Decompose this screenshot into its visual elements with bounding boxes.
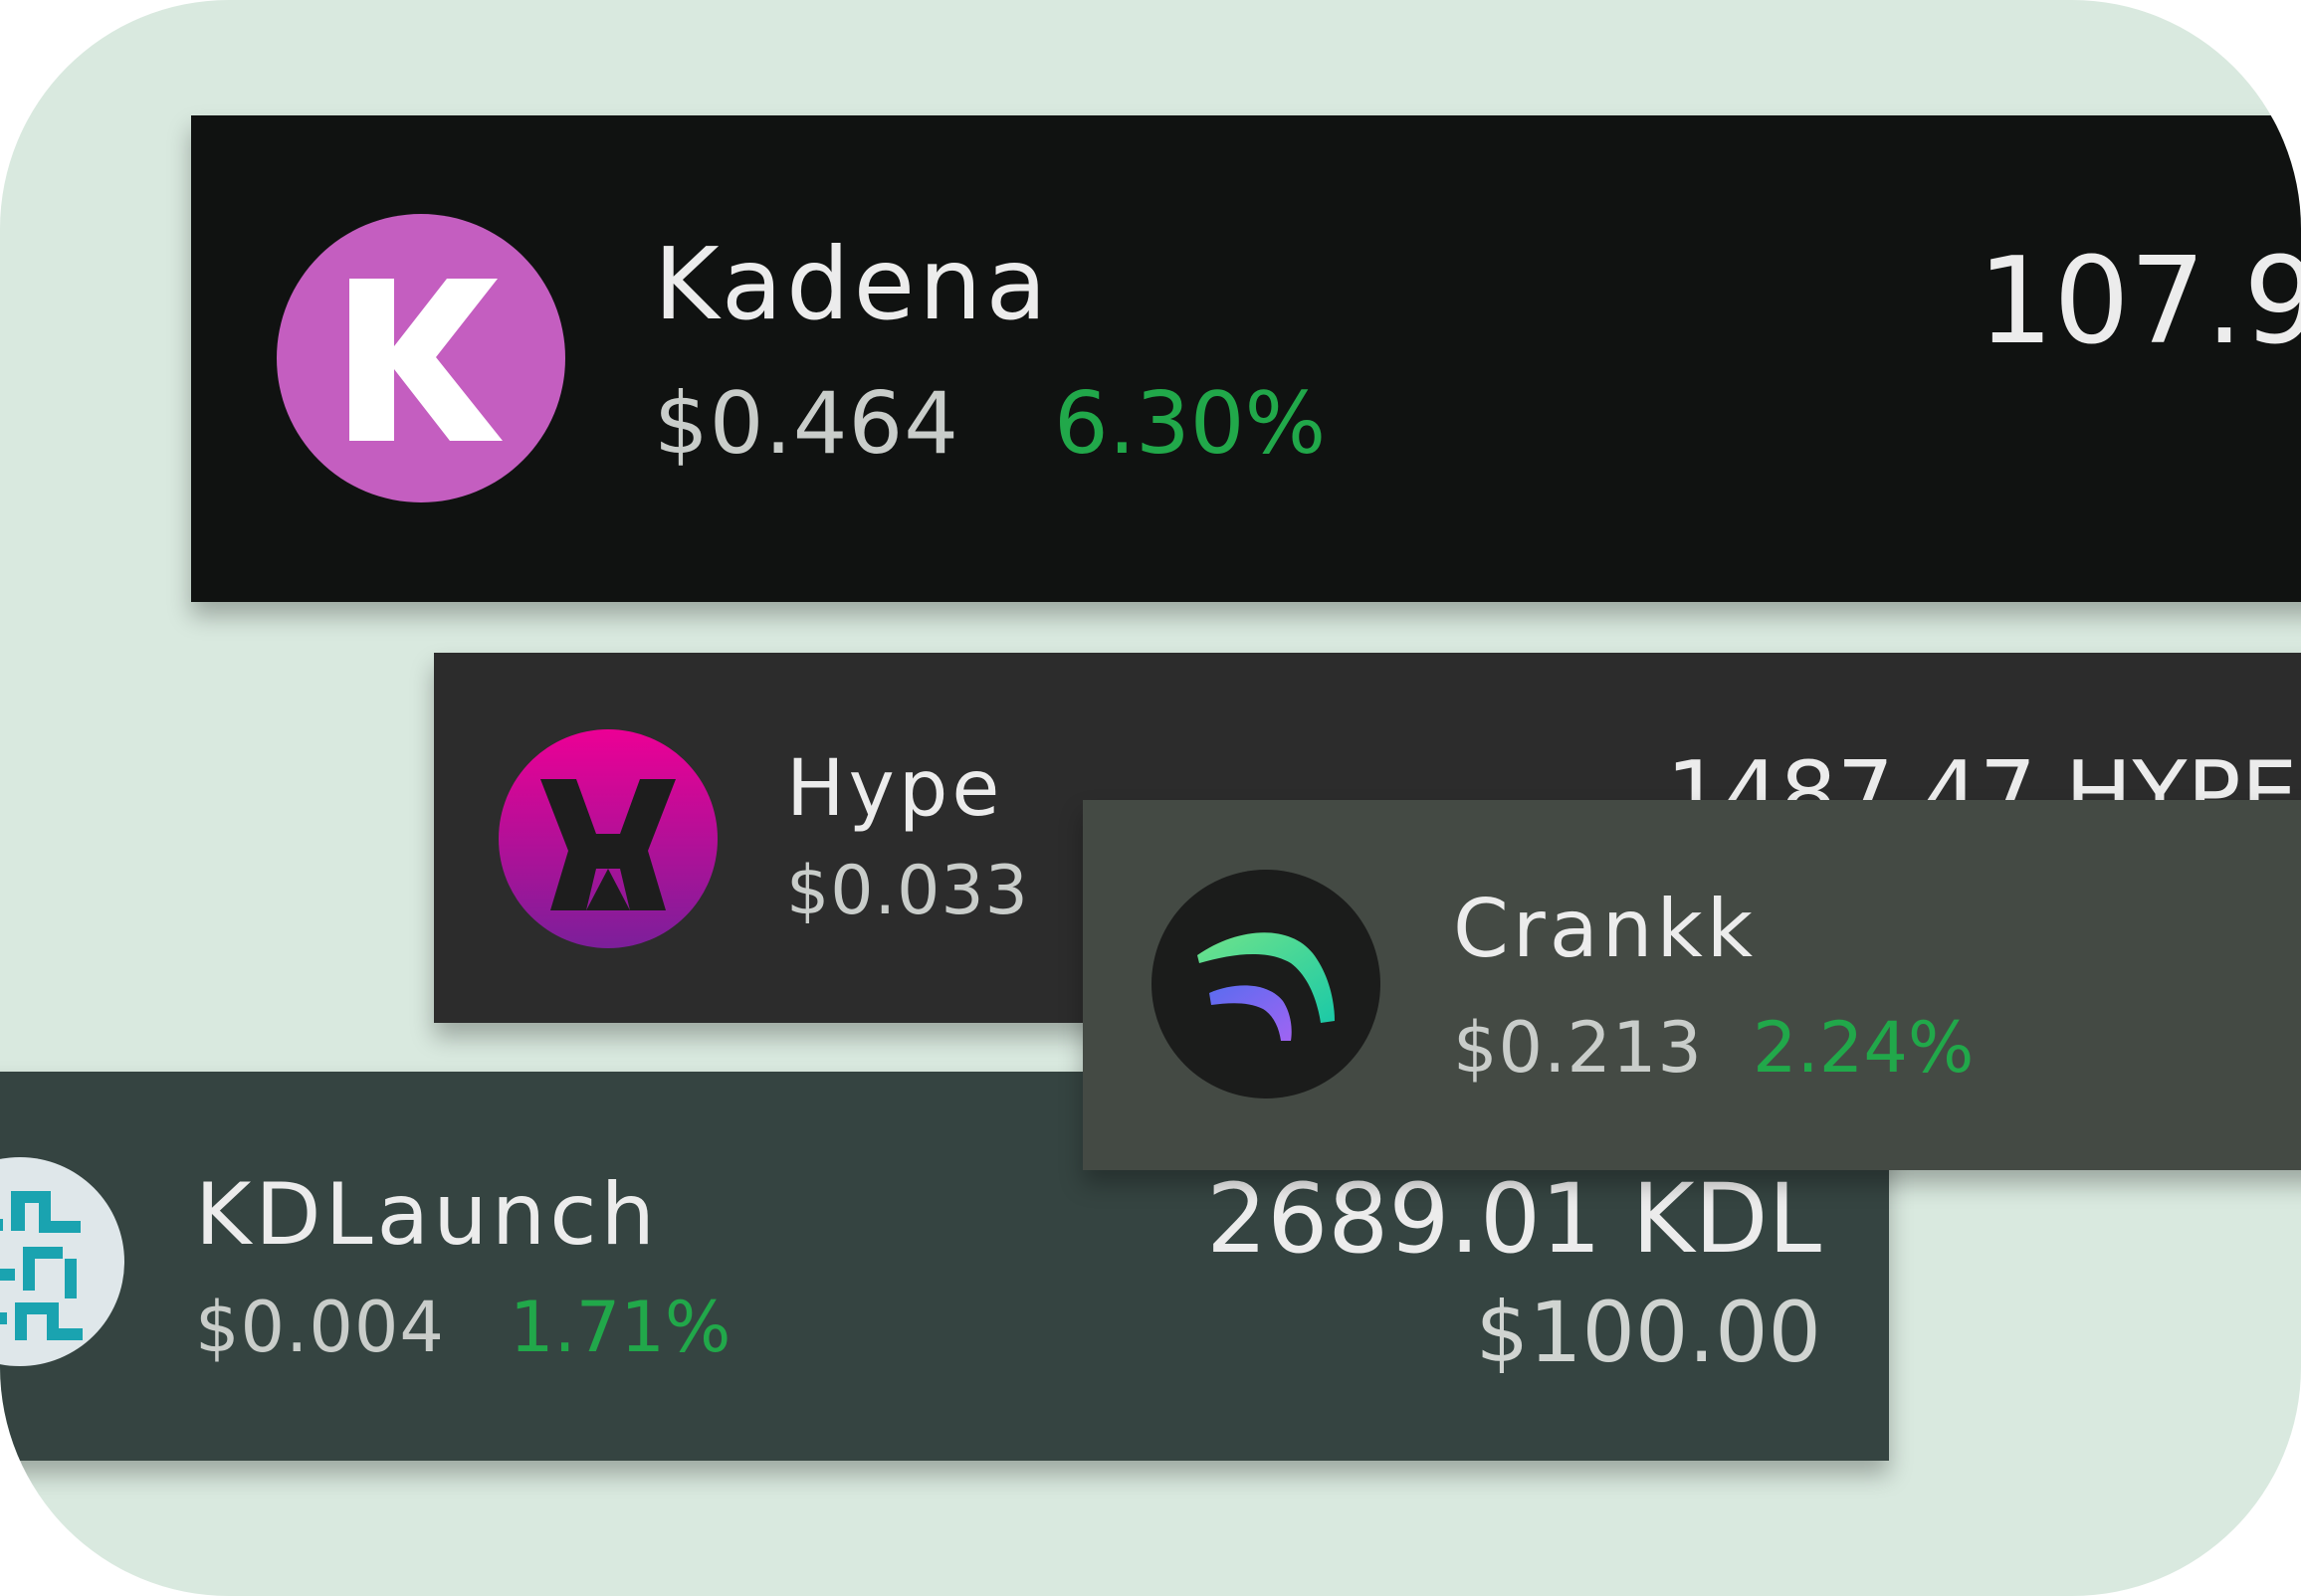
token-amount: 2689.01 KDL [1206,1163,1821,1275]
crankk-logo-icon [1151,870,1380,1098]
token-change: 2.24% [1753,1007,1975,1089]
token-name: KDLaunch [195,1165,660,1265]
token-change: 6.30% [1054,374,1327,474]
kdlaunch-logo-icon [0,1157,124,1366]
kadena-logo-icon [277,214,565,502]
token-price: $0.464 [654,374,959,474]
token-usd-value: $100.00 [1475,1284,1821,1381]
token-price: $0.004 [195,1287,445,1368]
app-frame: Kadena $0.464 6.30% 107.9 Hype $0.033 14… [0,0,2301,1596]
token-name: Kadena [654,226,1051,342]
token-amount: 107.9 [1978,233,2301,371]
token-name: Crankk [1453,883,1758,975]
token-name: Hype [786,744,1004,834]
token-price: $0.213 [1453,1007,1703,1089]
token-card-kadena[interactable]: Kadena $0.464 6.30% 107.9 [191,115,2301,602]
token-price: $0.033 [786,852,1029,930]
token-change: 1.71% [510,1287,732,1368]
hype-logo-icon [499,729,718,948]
token-card-crankk[interactable]: Crankk $0.213 2.24% [1083,800,2301,1170]
